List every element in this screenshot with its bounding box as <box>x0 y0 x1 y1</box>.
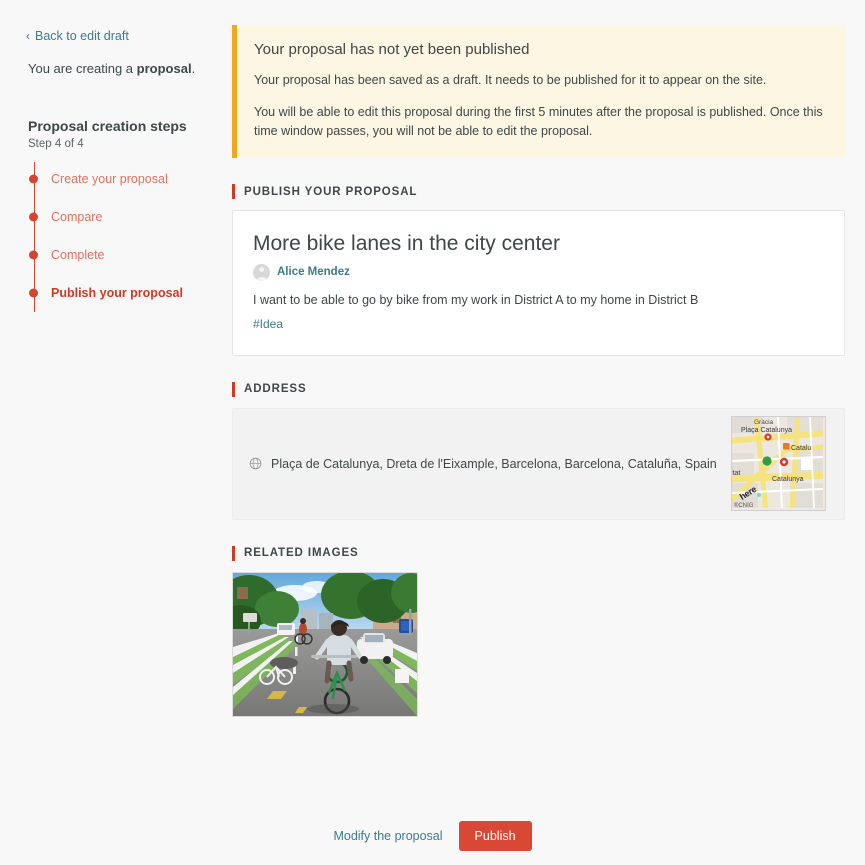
section-accent-bar <box>232 545 235 561</box>
callout-title: Your proposal has not yet been published <box>254 41 530 58</box>
sidebar-step-compare[interactable]: Compare <box>51 198 214 236</box>
address-card: Plaça de Catalunya, Dreta de l'Eixample,… <box>232 407 845 520</box>
proposal-author: Alice Mendez <box>253 263 826 281</box>
address-row: Plaça de Catalunya, Dreta de l'Eixample,… <box>249 457 717 471</box>
section-accent-bar <box>232 184 235 200</box>
svg-text:Gràcia: Gràcia <box>754 419 774 426</box>
section-accent-bar <box>232 381 235 397</box>
main-content: Your proposal has not yet been published… <box>232 0 865 865</box>
steps-progress: Step 4 of 4 <box>28 138 84 150</box>
chevron-left-icon: ‹ <box>26 29 30 43</box>
draft-not-published-callout: Your proposal has not yet been published… <box>232 25 845 159</box>
callout-paragraph-1: Your proposal has been saved as a draft.… <box>254 73 767 87</box>
bike-lane-photo <box>233 572 417 716</box>
section-heading-related-images-label: RELATED IMAGES <box>244 547 359 560</box>
back-to-edit-draft-label: Back to edit draft <box>35 29 129 43</box>
creating-suffix: . <box>191 61 196 76</box>
sidebar-step-complete[interactable]: Complete <box>51 236 214 274</box>
address-value: Plaça de Catalunya, Dreta de l'Eixample,… <box>271 456 717 471</box>
proposal-preview-card: More bike lanes in the city center Alice… <box>232 210 845 356</box>
address-map-thumbnail[interactable]: Gràcia Plaça Catalunya Catalu Catalunya … <box>731 416 826 512</box>
page-root: ‹ Back to edit draft You are creating a … <box>0 0 865 865</box>
callout-paragraph-2: You will be able to edit this proposal d… <box>254 104 823 138</box>
steps-title: Proposal creation steps <box>28 118 187 134</box>
svg-text:Plaça Catalunya: Plaça Catalunya <box>741 427 792 434</box>
section-heading-related-images: RELATED IMAGES <box>232 545 845 561</box>
sidebar: ‹ Back to edit draft You are creating a … <box>0 0 232 865</box>
proposal-tag-idea[interactable]: #Idea <box>253 317 283 331</box>
globe-location-icon <box>249 457 262 470</box>
publish-button[interactable]: Publish <box>458 821 532 851</box>
section-heading-address-label: ADDRESS <box>244 383 307 396</box>
sidebar-step-create-your-proposal[interactable]: Create your proposal <box>51 160 214 198</box>
svg-text:Catalu: Catalu <box>791 445 811 452</box>
creating-type: proposal <box>136 61 192 76</box>
svg-text:itat: itat <box>732 470 740 477</box>
section-heading-address: ADDRESS <box>232 381 845 397</box>
sidebar-step-publish-your-proposal[interactable]: Publish your proposal <box>51 274 214 312</box>
proposal-title: More bike lanes in the city center <box>253 232 560 256</box>
avatar <box>253 263 270 281</box>
author-name-link[interactable]: Alice Mendez <box>277 266 350 278</box>
creating-notice: You are creating a proposal. <box>28 61 214 76</box>
section-heading-publish: PUBLISH YOUR PROPOSAL <box>232 184 845 200</box>
footer-actions: Modify the proposal Publish <box>0 821 865 851</box>
section-heading-publish-label: PUBLISH YOUR PROPOSAL <box>244 185 418 198</box>
back-to-edit-draft-link[interactable]: ‹ Back to edit draft <box>26 29 129 43</box>
proposal-steps-list: Create your proposal Compare Complete Pu… <box>29 160 214 312</box>
creating-prefix: You are creating a <box>28 61 137 76</box>
map-attribution: ®CNIG <box>734 503 754 510</box>
modify-the-proposal-link[interactable]: Modify the proposal <box>333 829 442 843</box>
svg-text:Catalunya: Catalunya <box>772 476 804 483</box>
related-image-thumbnail[interactable] <box>232 571 418 717</box>
proposal-body: I want to be able to go by bike from my … <box>253 292 699 307</box>
